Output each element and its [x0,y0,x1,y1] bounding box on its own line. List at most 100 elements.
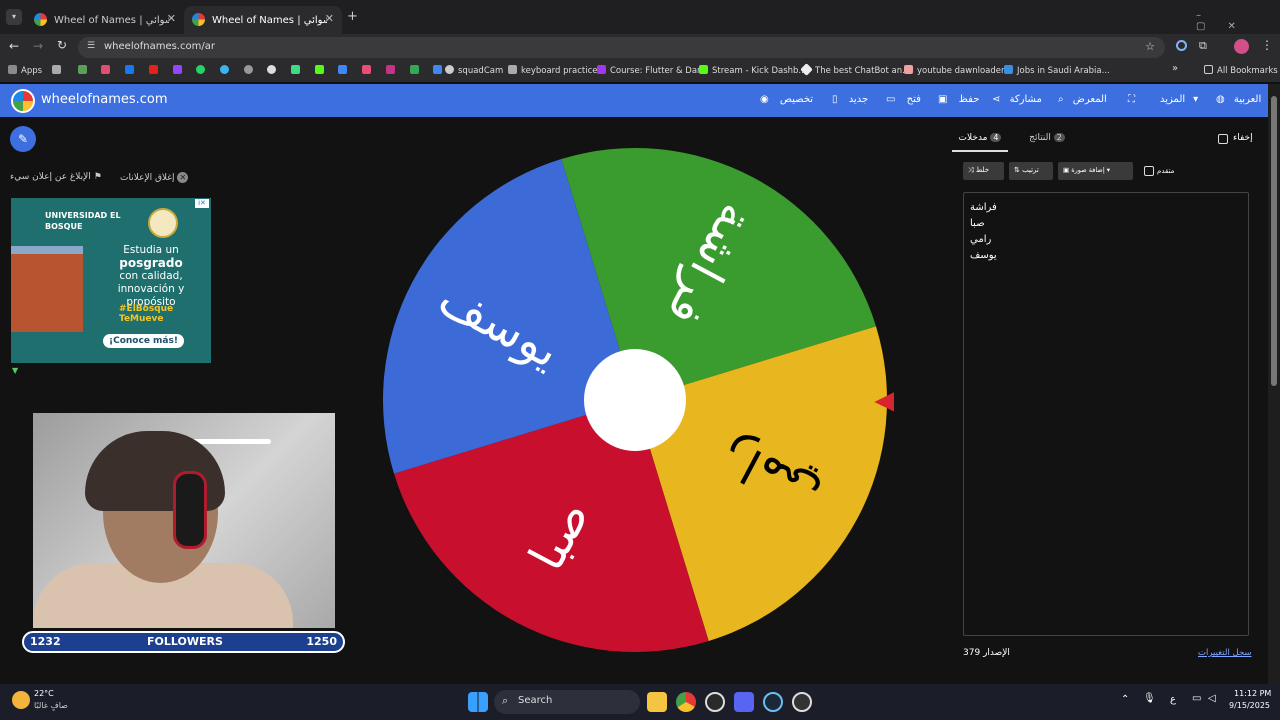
volume-icon[interactable]: ◁ [1208,693,1216,704]
fullscreen-icon: ⛶ [1128,94,1135,105]
sort-button[interactable]: ⇅ ترتيب [1009,162,1053,180]
save-button[interactable]: ▣ حفظ [938,94,979,105]
profile-avatar[interactable] [1234,39,1249,54]
edit-button[interactable]: ✎ [10,126,36,152]
browser-tab-active[interactable]: Wheel of Names | عجلة الاسم العشوائي ✕ [184,6,342,34]
start-windows-icon[interactable] [468,692,488,712]
entries-count-badge: 4 [990,133,1002,142]
bookmark-star-icon[interactable]: ☆ [1145,40,1155,53]
share-button[interactable]: ⋖ مشاركة [992,94,1042,105]
new-tab-button[interactable]: + [347,9,358,24]
globe-icon: ◍ [1216,94,1228,105]
bookmark-all[interactable]: All Bookmarks [1204,65,1278,76]
bookmark-apps[interactable]: Apps [8,65,42,76]
page-scrollbar[interactable] [1268,84,1280,684]
bookmark-flutter-course[interactable]: Course: Flutter & Dart [597,65,704,76]
extensions-puzzle-icon[interactable]: ⧉ [1199,39,1207,53]
ad-choices-icon[interactable]: ▼ [12,366,18,375]
browser-menu-icon[interactable]: ⋮ [1261,38,1273,52]
hide-checkbox[interactable] [1218,134,1228,144]
close-ads-link[interactable]: إغلاق الإعلانات ✕ [120,172,189,183]
tab-search-button[interactable]: ▾ [6,9,22,25]
tab-entries[interactable]: مدخلات 4 [952,127,1008,152]
bookmark-squadcam[interactable]: squadCam [445,65,503,76]
weather-temp[interactable]: 22°C [34,689,54,698]
instagram-icon [385,65,395,74]
building-image [11,246,83,332]
browser-tab[interactable]: Wheel of Names | عجلة الاسم العشوائي ✕ [26,6,184,34]
extension-icon[interactable] [1176,40,1187,51]
obs-icon[interactable] [705,692,725,712]
downloader-icon [904,65,913,74]
microphone-icon[interactable]: 🎙 [1143,693,1156,704]
forward-arrow-icon[interactable]: → [33,39,43,53]
wheel-logo-icon[interactable] [11,89,35,113]
changelog-link[interactable]: سجل التغييرات [1198,648,1252,658]
wheel[interactable]: فراشةراميصبايوسف [382,148,894,652]
bookmarks-overflow-icon[interactable]: » [1172,63,1178,74]
university-seal-icon [148,208,178,238]
close-tab-icon[interactable]: ✕ [325,12,334,25]
address-bar[interactable]: ☰ wheelofnames.com/ar ☆ [78,37,1165,58]
bookmark-jobs[interactable]: Jobs in Saudi Arabia... [1004,65,1110,76]
bookmark-keyboard-practice[interactable]: keyboard practice [508,65,598,76]
more-menu[interactable]: المزيد ▾ [1160,94,1198,105]
image-icon: ▣ [1063,166,1070,174]
search-icon: ⌕ [1058,94,1067,105]
report-ad-link[interactable]: الإبلاغ عن إعلان سيء ⚑ [10,172,102,182]
weather-icon[interactable] [12,691,30,709]
close-tab-icon[interactable]: ✕ [167,12,176,25]
fullscreen-button[interactable]: ⛶ [1128,94,1135,105]
steam-icon[interactable] [763,692,783,712]
bookmark-kick-dashboard[interactable]: Stream - Kick Dashb... [699,65,807,76]
wheel-center-button[interactable] [584,349,686,451]
version-label: 379 الإصدار [963,648,1010,658]
scrollbar-thumb[interactable] [1271,96,1277,386]
taskbar-search[interactable]: ⌕ Search [494,690,640,714]
network-icon[interactable]: ▭ [1192,693,1201,704]
followers-goal: 1250 [306,635,337,648]
grid-icon [52,65,61,74]
wheel-favicon-icon [192,13,205,26]
file-explorer-icon[interactable] [647,692,667,712]
reload-icon[interactable]: ↻ [57,38,67,52]
bookmark-red-icon [101,65,111,74]
headset-icon [173,471,207,549]
shuffle-button[interactable]: ⤨ خلط [963,162,1004,180]
bookmark-chatbot[interactable]: The best ChatBot an... [800,63,910,76]
webcam-overlay [33,413,335,628]
entries-textarea[interactable]: فراشة صبا رامي يوسف [963,192,1249,636]
folder-open-icon: ▭ [886,94,899,105]
flag-icon: ⚑ [93,172,102,182]
keyboard-language[interactable]: ع [1170,694,1176,705]
ad-headline: Estudia un posgrado con calidad, innovac… [117,244,185,308]
tray-chevron-icon[interactable]: ⌃ [1121,694,1129,705]
ad-banner[interactable]: i✕ UNIVERSIDAD EL BOSQUE Estudia un posg… [11,198,211,363]
new-button[interactable]: ▯ جديد [832,94,868,105]
back-arrow-icon[interactable]: ← [9,39,19,53]
bookmarks-bar: Apps squadCam keyboard practice Course: … [0,60,1280,82]
address-toolbar: ← → ↻ ☰ wheelofnames.com/ar ☆ ⧉ ⋮ [0,34,1280,60]
tab-results[interactable]: النتائج 2 [1022,127,1072,152]
folder-icon [1204,65,1213,74]
site-logo-text[interactable]: wheelofnames.com [41,92,168,107]
bookmark-icon-row[interactable] [52,65,446,76]
customize-button[interactable]: ◉ تخصيص [760,94,813,105]
discord-icon[interactable] [734,692,754,712]
add-image-button[interactable]: ▣ إضافة صورة ▾ [1058,162,1133,180]
chrome-icon[interactable] [676,692,696,712]
clock-time[interactable]: 11:12 PM [1234,689,1271,698]
advanced-label: متقدم [1157,167,1175,175]
site-info-icon[interactable]: ☰ [87,41,95,51]
gallery-button[interactable]: ⌕ المعرض [1058,94,1107,105]
language-menu[interactable]: ◍ العربية [1216,94,1261,105]
hide-label: إخفاء [1233,133,1253,143]
bookmark-colored-icon [362,65,372,74]
advanced-checkbox[interactable] [1144,166,1154,176]
ad-info-icon[interactable]: i✕ [195,199,209,208]
clock-date[interactable]: 9/15/2025 [1229,701,1270,710]
open-button[interactable]: ▭ فتح [886,94,921,105]
app-icon[interactable] [792,692,812,712]
ad-cta-button[interactable]: ¡Conoce más! [103,334,184,348]
bookmark-youtube-downloader[interactable]: youtube dawnloader [904,65,1005,76]
